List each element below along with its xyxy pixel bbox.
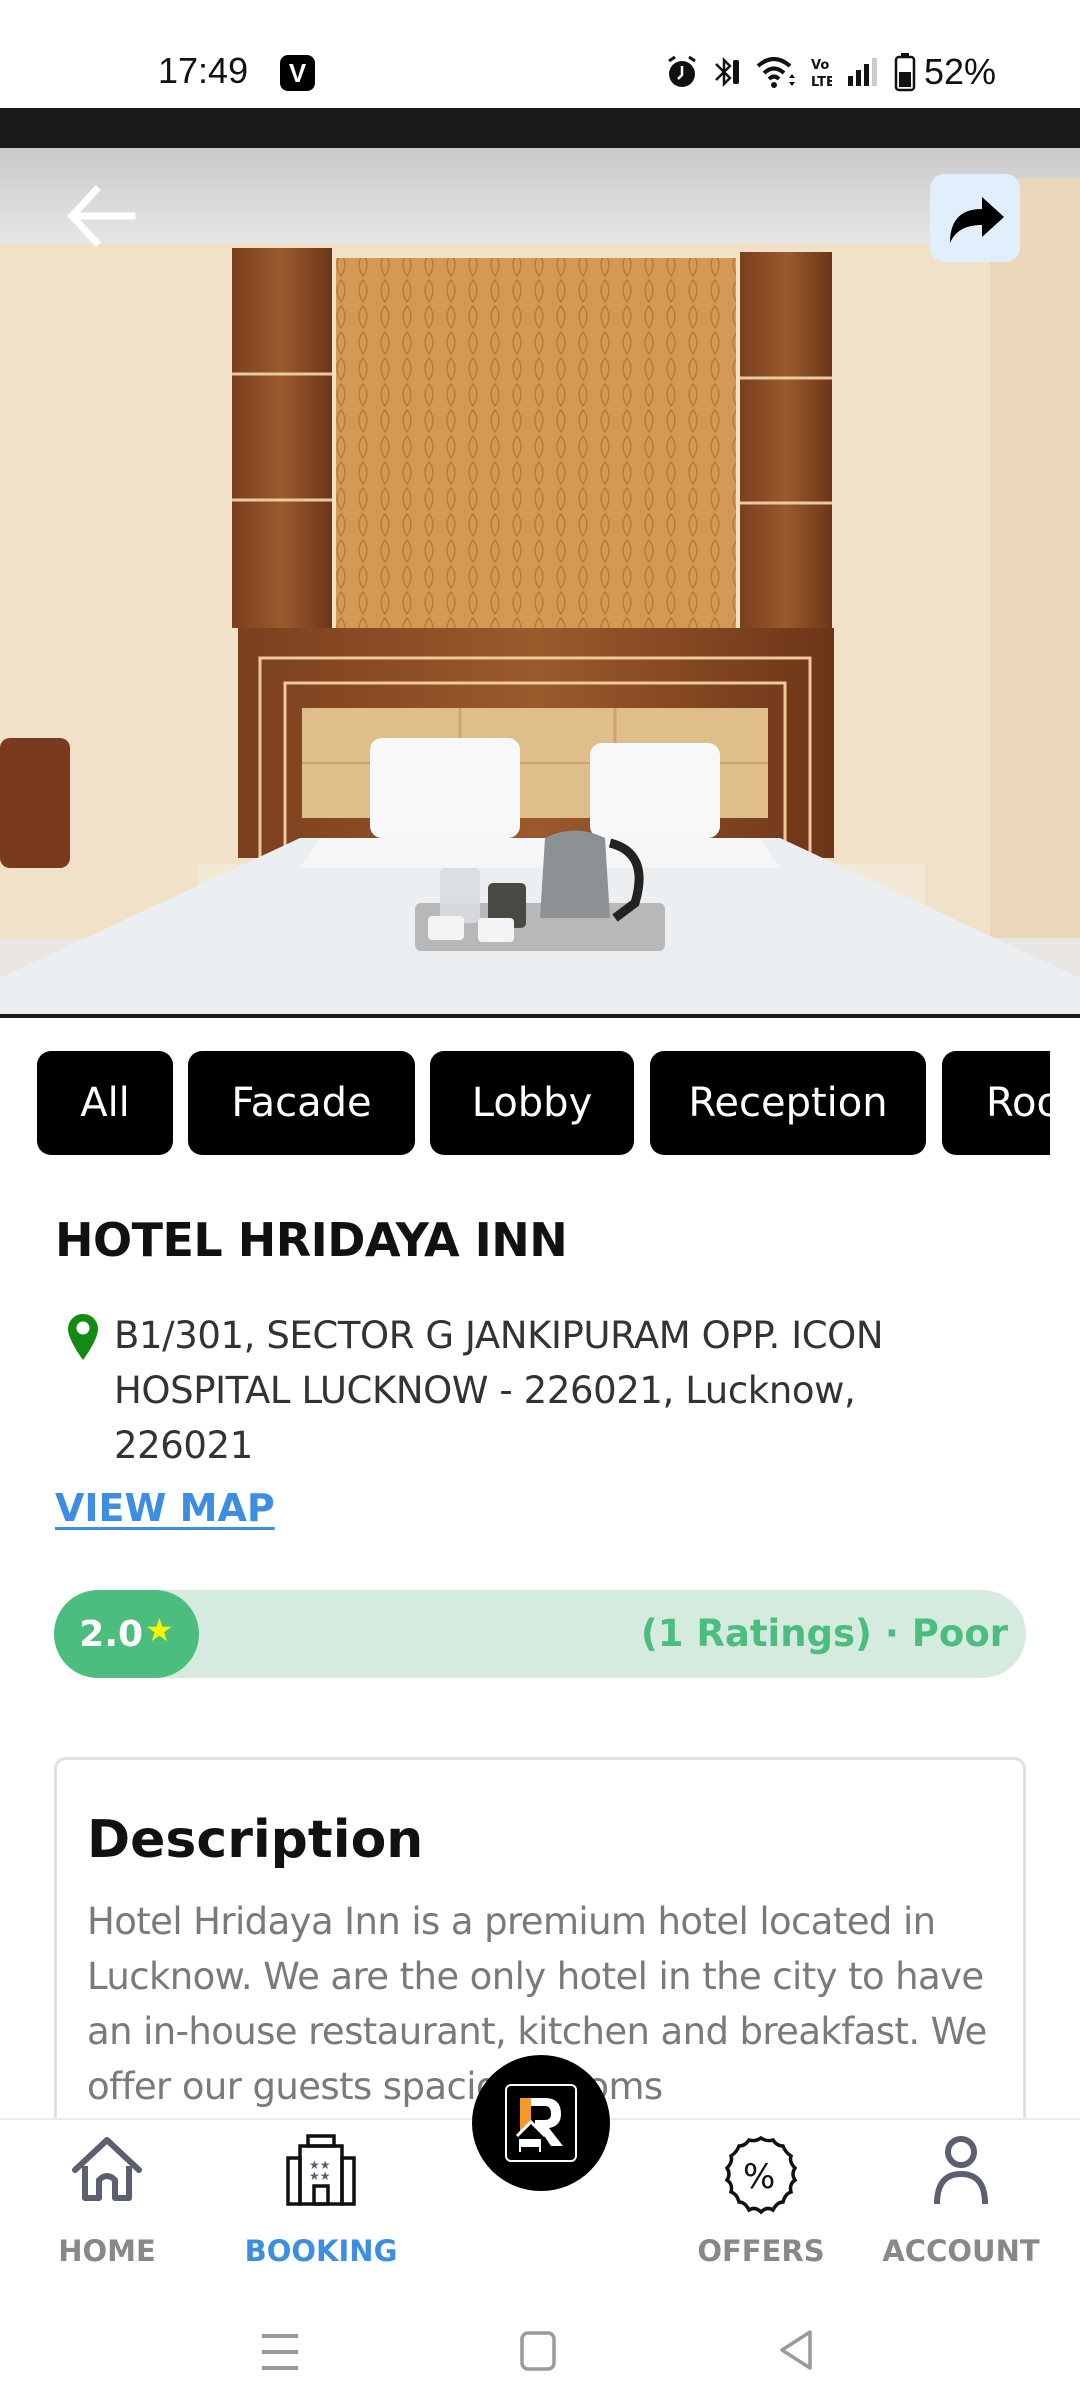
nav-offers[interactable]: % OFFERS [676,2134,846,2284]
location-pin-icon [68,1314,98,1360]
recents-icon [262,2334,298,2370]
rating-badge: 2.0 ★ [54,1590,199,1678]
notification-badge-icon: V [280,55,315,91]
rating-bar: 2.0 ★ (1 Ratings) · Poor [54,1590,1026,1678]
discount-badge-icon: % [724,2135,798,2215]
nav-home-label: HOME [58,2234,156,2268]
nav-booking[interactable]: ★★ ★★ BOOKING [236,2134,406,2284]
view-map-link[interactable]: VIEW MAP [55,1486,275,1530]
recents-button[interactable] [250,2320,310,2380]
center-app-button[interactable] [472,2055,610,2191]
nav-home[interactable]: HOME [22,2134,192,2284]
status-time: 17:49 [158,50,249,91]
signal-icon [847,58,877,86]
status-icons: Vo LTE 52% [666,50,996,94]
svg-text:★★: ★★ [309,2169,331,2183]
gallery-category-tabs: All Facade Lobby Reception Room [0,1051,1050,1155]
nav-account-label: ACCOUNT [882,2234,1040,2268]
home-icon [72,2137,142,2201]
back-button[interactable] [62,176,142,256]
tab-reception[interactable]: Reception [650,1051,926,1155]
tab-facade[interactable]: Facade [188,1051,415,1155]
tab-lobby[interactable]: Lobby [430,1051,634,1155]
svg-text:LTE: LTE [811,75,832,90]
battery-icon [894,53,916,92]
share-arrow-icon [950,197,1004,243]
description-title: Description [87,1810,424,1870]
back-triangle-icon [780,2330,812,2370]
volte-icon: Vo LTE [811,58,832,90]
back-button-system[interactable] [764,2320,824,2380]
home-square-icon [520,2331,556,2371]
user-icon [934,2136,988,2205]
nav-account[interactable]: ACCOUNT [876,2134,1046,2284]
svg-text:Vo: Vo [811,58,829,73]
hotel-photo-gallery[interactable] [0,148,1080,1018]
battery-percent: 52% [923,51,996,92]
hotel-details-screen: 17:49 V Vo LTE 52% All Facade Lobby Rece… [0,0,1080,2400]
status-bar: 17:49 V Vo LTE 52% [0,0,1080,108]
wifi-icon [756,57,795,88]
alarm-icon [668,55,696,87]
hotel-building-icon: ★★ ★★ [286,2134,356,2206]
rating-value: 2.0 [79,1613,144,1655]
hotel-address: B1/301, SECTOR G JANKIPURAM OPP. ICON HO… [114,1314,884,1467]
hotel-room-photo [0,148,1080,1014]
share-button[interactable] [930,174,1020,262]
app-logo-icon [505,2084,577,2162]
arrow-left-icon [67,185,136,247]
svg-text:%: % [743,2157,775,2197]
star-icon: ★ [145,1612,174,1648]
tab-room[interactable]: Room [942,1051,1050,1155]
nav-offers-label: OFFERS [697,2234,825,2268]
system-navigation-bar [0,2290,1080,2400]
hotel-name: HOTEL HRIDAYA INN [55,1213,568,1267]
header-band [0,108,1080,148]
rating-summary: (1 Ratings) · Poor [640,1612,1008,1655]
nav-booking-label: BOOKING [244,2234,398,2268]
bluetooth-icon [715,56,739,88]
home-button[interactable] [508,2320,568,2380]
tab-all[interactable]: All [37,1051,173,1155]
